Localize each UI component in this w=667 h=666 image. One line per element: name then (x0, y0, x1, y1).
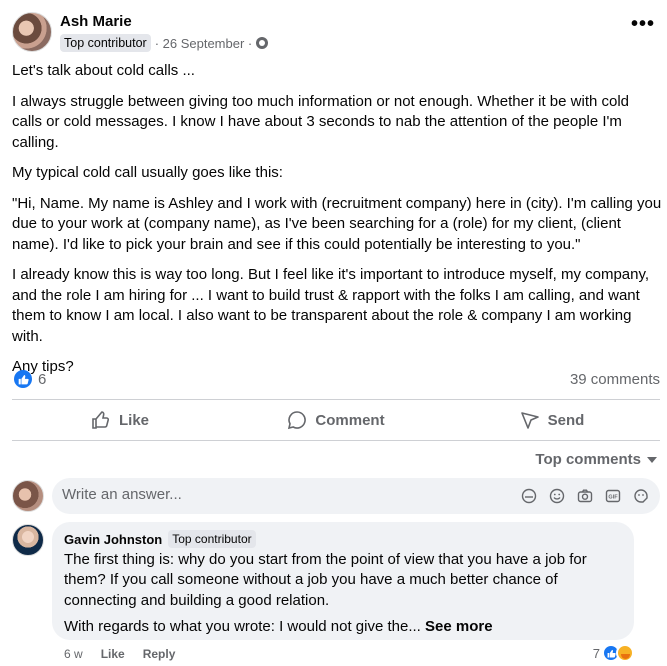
post-paragraph: "Hi, Name. My name is Ashley and I work … (12, 194, 662, 253)
comment-like-button[interactable]: Like (101, 647, 125, 661)
post-actions: Like Comment Send (12, 403, 660, 437)
send-label: Send (547, 411, 585, 429)
comment-paragraph: The first thing is: why do you start fro… (64, 551, 587, 609)
avatar-sticker-icon[interactable] (520, 487, 538, 505)
post-paragraph: My typical cold call usually goes like t… (12, 164, 283, 181)
post-date[interactable]: · 26 September · (155, 36, 253, 51)
emoji-icon[interactable] (548, 487, 566, 505)
comments-count[interactable]: 39 comments (570, 371, 660, 388)
caret-down-icon (647, 456, 657, 463)
reactions-bar: 6 39 comments (12, 369, 660, 391)
post-meta: Top contributor · 26 September · (60, 34, 269, 52)
sticker-icon[interactable] (632, 487, 650, 505)
post-paragraph: Let's talk about cold calls ... (12, 62, 195, 79)
comment-icon (288, 411, 307, 430)
see-more-link[interactable]: See more (425, 618, 493, 635)
composer-icons: GIF (520, 487, 650, 505)
comment-reactions[interactable]: 7 (593, 644, 634, 662)
top-contributor-badge[interactable]: Top contributor (60, 34, 151, 52)
comment-reply-button[interactable]: Reply (143, 647, 176, 661)
like-label: Like (118, 411, 149, 429)
comment-input-box[interactable]: GIF (52, 478, 660, 514)
post-paragraph: I already know this is way too long. But… (12, 266, 650, 345)
commenter-name[interactable]: Gavin Johnston (64, 532, 162, 547)
comment-composer: GIF (12, 478, 660, 514)
comment-text: The first thing is: why do you start fro… (64, 550, 622, 637)
gif-icon[interactable]: GIF (604, 487, 622, 505)
care-reaction-icon (616, 644, 634, 662)
author-name[interactable]: Ash Marie (60, 13, 132, 30)
comment-header: Gavin Johnston Top contributor (64, 530, 622, 548)
like-reaction-icon[interactable] (14, 370, 32, 388)
send-button[interactable]: Send (444, 403, 660, 437)
send-icon (520, 412, 539, 429)
sort-label: Top comments (535, 451, 641, 468)
camera-icon[interactable] (576, 487, 594, 505)
comment-sort-dropdown[interactable]: Top comments (535, 451, 657, 468)
post-paragraph: I always struggle between giving too muc… (12, 92, 630, 151)
post-header: Ash Marie Top contributor · 26 September… (12, 12, 655, 54)
comment-age[interactable]: 6 w (64, 647, 83, 661)
comment-bubble: Gavin Johnston Top contributor The first… (52, 522, 634, 640)
comment-reaction-count: 7 (592, 645, 600, 661)
comment-button[interactable]: Comment (228, 403, 444, 437)
comment-label: Comment (315, 411, 385, 429)
like-button[interactable]: Like (12, 403, 228, 437)
comment-footer: 6 w Like Reply (64, 647, 175, 661)
comment-paragraph: With regards to what you wrote: I would … (64, 617, 421, 635)
post-body: Let's talk about cold calls ... I always… (12, 61, 662, 388)
commenter-avatar[interactable] (12, 524, 44, 556)
current-user-avatar[interactable] (12, 480, 44, 512)
comment-input[interactable] (62, 486, 462, 503)
top-contributor-badge[interactable]: Top contributor (168, 530, 256, 548)
divider (12, 399, 660, 400)
comment-paragraph-truncated: With regards to what you wrote: I would … (64, 617, 622, 637)
like-count[interactable]: 6 (38, 371, 46, 388)
thumbs-up-icon (92, 411, 110, 429)
divider (12, 440, 660, 441)
author-avatar[interactable] (12, 12, 52, 52)
globe-icon (256, 37, 269, 49)
more-options-icon[interactable]: ••• (631, 14, 655, 34)
svg-text:GIF: GIF (608, 495, 618, 501)
